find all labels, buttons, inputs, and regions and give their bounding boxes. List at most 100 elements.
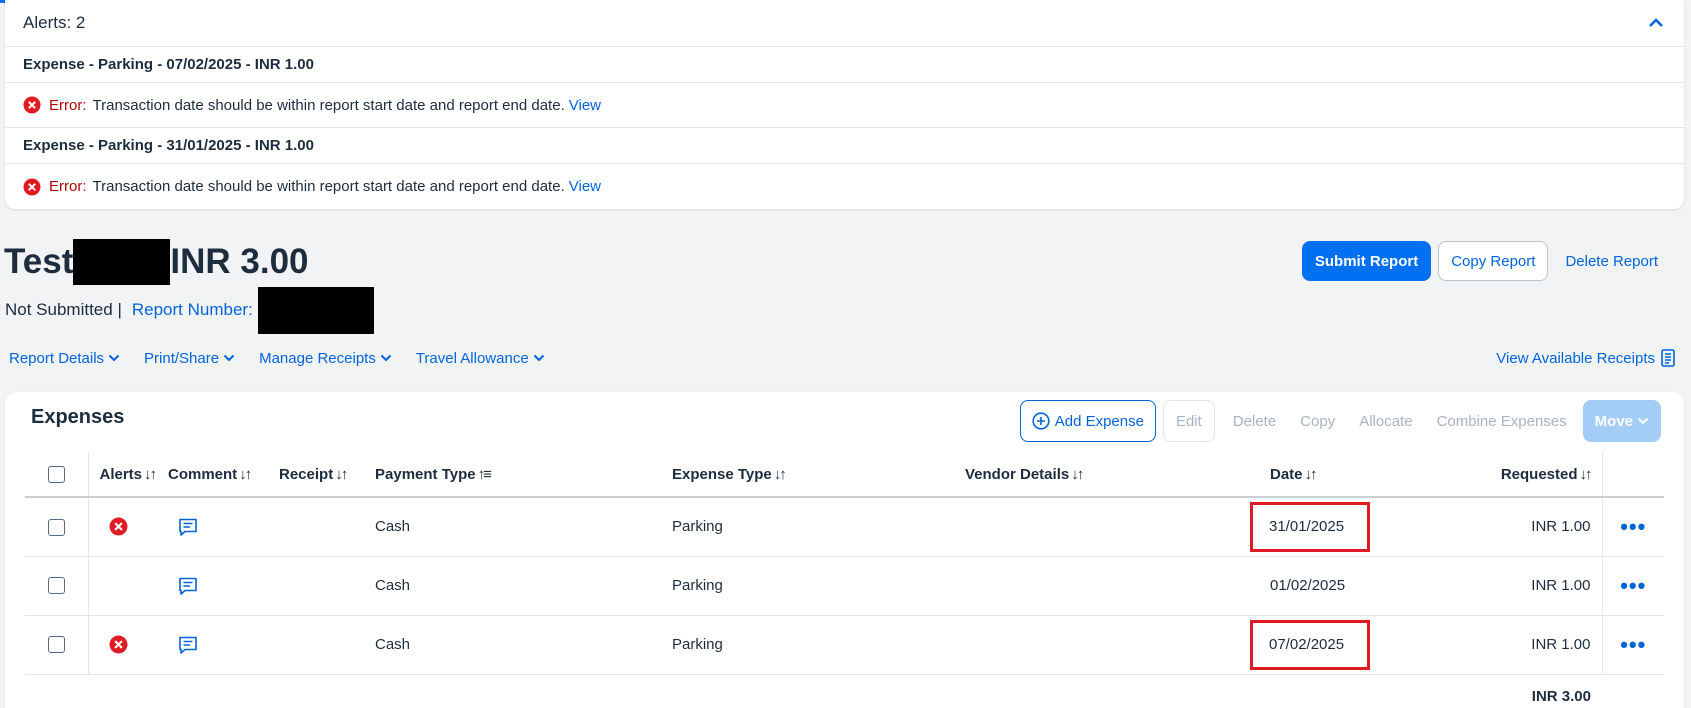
column-vendor-details[interactable]: Vendor Details ↓↑ bbox=[965, 453, 1270, 498]
report-number-label: Report Number: bbox=[131, 300, 253, 319]
chevron-down-icon bbox=[108, 354, 120, 362]
alert-expense-heading: Expense - Parking - 31/01/2025 - INR 1.0… bbox=[5, 128, 1684, 164]
column-requested[interactable]: Requested ↓↑ bbox=[1405, 453, 1602, 498]
report-status: Not Submitted | bbox=[5, 300, 122, 319]
requested-cell: INR 1.00 bbox=[1405, 556, 1602, 616]
receipt-cell bbox=[279, 556, 375, 616]
expenses-card: Expenses Add Expense Edit Delete Copy Al… bbox=[5, 392, 1684, 708]
table-row[interactable]: Cash Parking 01/02/2025 INR 1.00 ••• bbox=[25, 556, 1664, 616]
receipt-icon bbox=[1661, 349, 1675, 367]
comment-icon[interactable] bbox=[178, 576, 198, 596]
report-title-prefix: Test bbox=[4, 242, 74, 281]
more-options-icon[interactable]: ••• bbox=[1620, 632, 1646, 657]
menu-manage-receipts[interactable]: Manage Receipts bbox=[259, 350, 392, 367]
report-amount: INR 3.00 bbox=[170, 242, 309, 281]
submit-report-button[interactable]: Submit Report bbox=[1301, 241, 1432, 281]
highlighted-date: 07/02/2025 bbox=[1250, 619, 1371, 670]
view-link[interactable]: View bbox=[569, 97, 601, 114]
column-comment[interactable]: Comment ↓↑ bbox=[168, 453, 279, 498]
comment-icon[interactable] bbox=[178, 517, 198, 537]
row-checkbox[interactable] bbox=[47, 518, 65, 536]
chevron-down-icon bbox=[380, 354, 392, 362]
alert-expense-heading: Expense - Parking - 07/02/2025 - INR 1.0… bbox=[5, 47, 1684, 83]
copy-button[interactable]: Copy bbox=[1288, 400, 1347, 442]
requested-cell: INR 1.00 bbox=[1405, 615, 1602, 675]
sort-icon: ↓↑ bbox=[239, 466, 252, 483]
expense-type-cell: Parking bbox=[672, 556, 965, 616]
report-status-line: Not Submitted | Report Number: bbox=[5, 286, 374, 334]
total-row: INR 3.00 bbox=[25, 674, 1664, 708]
view-link[interactable]: View bbox=[569, 178, 601, 195]
view-available-receipts-link[interactable]: View Available Receipts bbox=[1496, 346, 1675, 370]
date-cell: 07/02/2025 bbox=[1250, 615, 1405, 675]
sort-icon: ↓↑ bbox=[773, 466, 787, 483]
expense-type-cell: Parking bbox=[672, 497, 965, 557]
column-alerts[interactable]: Alerts ↓↑ bbox=[88, 453, 168, 498]
edit-button[interactable]: Edit bbox=[1162, 400, 1215, 442]
copy-report-button[interactable]: Copy Report bbox=[1438, 241, 1549, 281]
alert-error-row: Error: Transaction date should be within… bbox=[5, 83, 1684, 128]
delete-report-button[interactable]: Delete Report bbox=[1555, 241, 1668, 281]
error-icon[interactable] bbox=[109, 635, 128, 654]
column-receipt[interactable]: Receipt ↓↑ bbox=[279, 453, 375, 498]
error-message: Transaction date should be within report… bbox=[92, 178, 565, 195]
select-all-cell bbox=[25, 453, 89, 498]
add-expense-button[interactable]: Add Expense bbox=[1019, 400, 1156, 442]
error-label: Error: bbox=[49, 178, 87, 195]
error-message: Transaction date should be within report… bbox=[92, 96, 565, 114]
more-options-icon[interactable]: ••• bbox=[1620, 573, 1646, 598]
sort-icon: ↓↑ bbox=[144, 466, 157, 483]
error-icon bbox=[23, 178, 41, 195]
sort-icon: ↓↑ bbox=[1579, 466, 1593, 483]
receipt-cell bbox=[279, 497, 375, 557]
date-cell: 01/02/2025 bbox=[1270, 556, 1405, 616]
column-payment-type[interactable]: Payment Type ↑≡ bbox=[375, 453, 672, 498]
row-checkbox[interactable] bbox=[47, 577, 65, 595]
vendor-cell bbox=[965, 615, 1270, 675]
redacted-block bbox=[257, 286, 374, 334]
date-cell: 31/01/2025 bbox=[1250, 497, 1405, 557]
alert-cell bbox=[88, 556, 168, 616]
column-expense-type[interactable]: Expense Type ↓↑ bbox=[672, 453, 965, 498]
chevron-up-icon[interactable] bbox=[1646, 13, 1666, 33]
total-amount: INR 3.00 bbox=[1531, 688, 1591, 706]
move-button[interactable]: Move bbox=[1582, 400, 1661, 442]
alert-error-row: Error: Transaction date should be within… bbox=[5, 164, 1684, 209]
requested-cell: INR 1.00 bbox=[1405, 497, 1602, 557]
error-icon bbox=[23, 96, 41, 114]
expenses-toolbar: Add Expense Edit Delete Copy Allocate Co… bbox=[1019, 400, 1661, 442]
table-row[interactable]: Cash Parking 07/02/2025 INR 1.00 ••• bbox=[25, 615, 1664, 675]
payment-type-cell: Cash bbox=[375, 497, 672, 557]
sort-icon: ↓↑ bbox=[335, 466, 348, 483]
alerts-title: Alerts: 2 bbox=[23, 13, 86, 32]
more-options-icon[interactable]: ••• bbox=[1620, 514, 1646, 539]
delete-button[interactable]: Delete bbox=[1221, 400, 1288, 442]
chevron-down-icon bbox=[1637, 417, 1649, 425]
menu-print-share[interactable]: Print/Share bbox=[144, 350, 235, 367]
sort-icon: ↓↑ bbox=[1071, 466, 1084, 483]
vendor-cell bbox=[965, 497, 1270, 557]
select-all-checkbox[interactable] bbox=[47, 466, 65, 484]
expenses-table: Alerts ↓↑ Comment ↓↑ Receipt ↓↑ Payment Typ… bbox=[25, 453, 1664, 708]
comment-icon[interactable] bbox=[178, 635, 198, 655]
alerts-panel: Alerts: 2 Expense - Parking - 07/02/2025… bbox=[5, 0, 1684, 209]
report-menu-bar: Report Details Print/Share Manage Receip… bbox=[9, 346, 545, 370]
allocate-button[interactable]: Allocate bbox=[1347, 400, 1424, 442]
chevron-down-icon bbox=[223, 354, 235, 362]
error-icon[interactable] bbox=[109, 517, 128, 536]
sort-icon: ↓↑ bbox=[1304, 466, 1318, 483]
combine-expenses-button[interactable]: Combine Expenses bbox=[1425, 400, 1579, 442]
alerts-header[interactable]: Alerts: 2 bbox=[5, 0, 1684, 47]
table-row[interactable]: Cash Parking 31/01/2025 INR 1.00 ••• bbox=[25, 497, 1664, 557]
expenses-title: Expenses bbox=[31, 406, 125, 428]
report-title: Test INR 3.00 bbox=[4, 239, 309, 285]
highlighted-date: 31/01/2025 bbox=[1250, 501, 1371, 552]
menu-travel-allowance[interactable]: Travel Allowance bbox=[416, 350, 545, 367]
row-checkbox[interactable] bbox=[47, 636, 65, 654]
menu-report-details[interactable]: Report Details bbox=[9, 350, 120, 367]
error-label: Error: bbox=[49, 96, 87, 114]
column-date[interactable]: Date ↓↑ bbox=[1270, 453, 1405, 498]
plus-circle-icon bbox=[1032, 412, 1050, 430]
expense-type-cell: Parking bbox=[672, 615, 965, 675]
redacted-block bbox=[73, 239, 171, 285]
